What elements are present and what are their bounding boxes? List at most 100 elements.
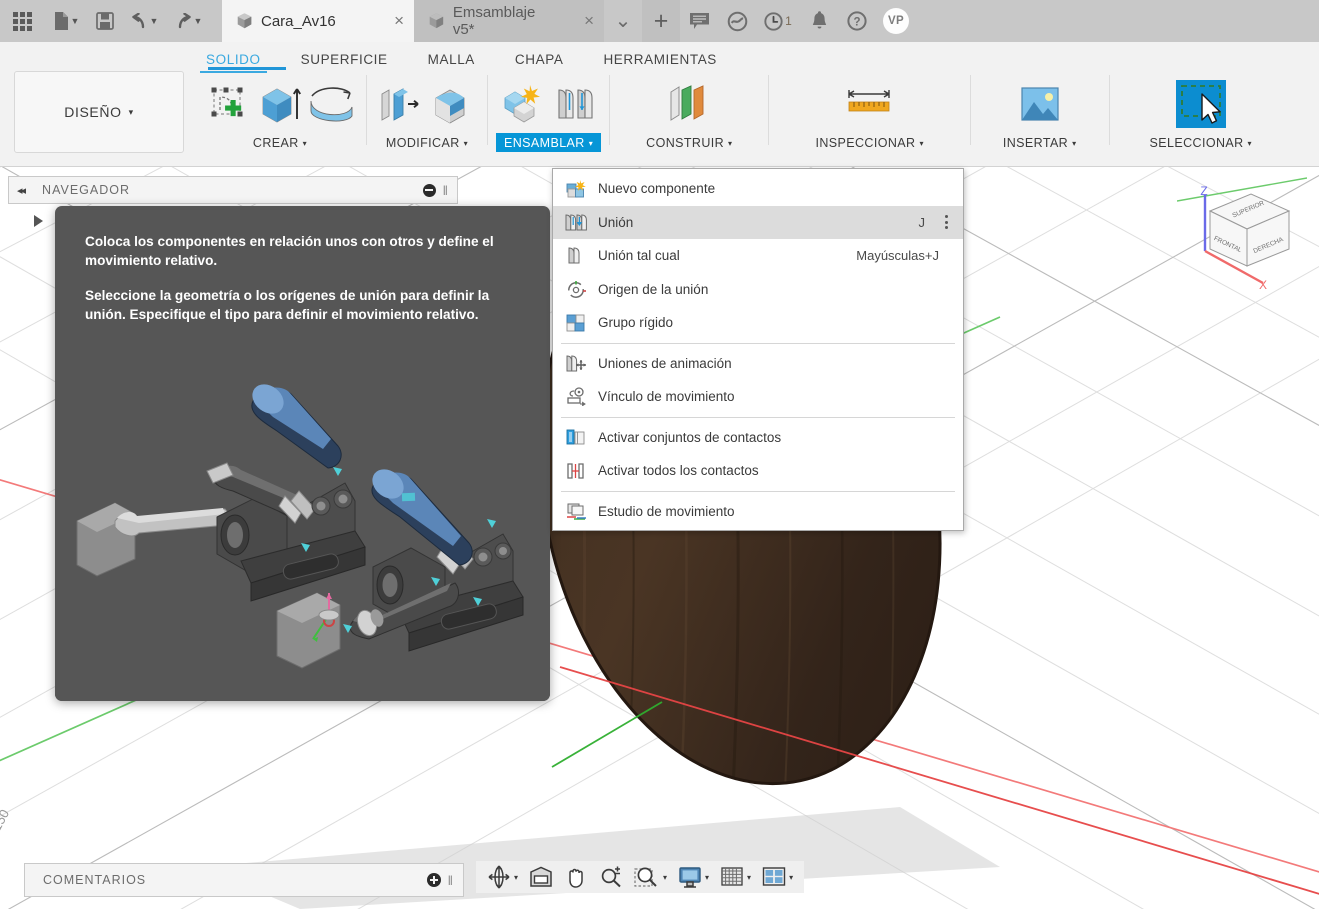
tool-insert-image[interactable] <box>1007 75 1073 133</box>
document-tab-1[interactable]: Emsamblaje v5* × <box>414 0 604 42</box>
circle-plus-icon[interactable] <box>426 873 441 887</box>
menu-item-label: Activar conjuntos de contactos <box>598 429 782 445</box>
browser-expand-triangle-icon[interactable] <box>34 215 43 227</box>
job-status-button[interactable]: 1 <box>756 0 800 42</box>
resize-grip-icon[interactable]: ‖ <box>443 183 449 198</box>
nav-look-at-button[interactable] <box>524 862 558 892</box>
tool-joint[interactable] <box>549 75 601 133</box>
tool-new-sketch[interactable] <box>202 75 254 133</box>
animate-joints-icon <box>565 353 587 373</box>
ribbon-tab-malla[interactable]: MALLA <box>408 48 495 73</box>
chevron-down-icon: ▾ <box>789 872 794 882</box>
panel-label-construir[interactable]: CONSTRUIR ▾ <box>638 133 740 152</box>
chevron-down-icon: ▾ <box>919 138 924 148</box>
chevron-down-icon: ▼ <box>193 16 203 26</box>
axis-label-x: X <box>1259 278 1267 292</box>
menu-item-label: Origen de la unión <box>598 281 709 297</box>
ribbon-panel-seleccionar: SELECCIONAR ▾ <box>1112 71 1290 152</box>
close-icon[interactable]: × <box>568 11 594 31</box>
fillet-icon <box>435 89 465 124</box>
save-button[interactable] <box>88 0 122 42</box>
chat-button[interactable] <box>680 0 718 42</box>
menu-divider <box>561 490 955 492</box>
ribbon-panel-construir: CONSTRUIR ▾ <box>612 71 766 152</box>
tool-revolve[interactable] <box>306 75 358 133</box>
menu-item-activar-conjuntos-de-contactos[interactable]: Activar conjuntos de contactos <box>553 421 963 455</box>
resize-grip-icon[interactable]: ‖ <box>448 873 454 888</box>
panel-label-inspeccionar[interactable]: INSPECCIONAR ▾ <box>807 133 931 152</box>
chevron-down-icon: ⌄ <box>614 10 632 32</box>
tool-construction-plane[interactable] <box>656 75 722 133</box>
new-component-icon <box>504 85 540 123</box>
comments-title: COMENTARIOS <box>43 873 147 887</box>
workspace-switcher[interactable]: DISEÑO ▾ <box>14 71 184 153</box>
ribbon-toolbar: SOLIDO SUPERFICIE MALLA CHAPA HERRAMIENT… <box>0 42 1319 167</box>
browser-panel-header[interactable]: ◂◂ NAVEGADOR ‖ <box>8 176 458 204</box>
menu-item-grupo-rigido[interactable]: Grupo rígido <box>553 306 963 340</box>
tool-press-pull[interactable] <box>375 75 427 133</box>
bell-icon <box>812 11 826 29</box>
menu-item-union[interactable]: Unión J <box>553 205 963 239</box>
titlebar-actions: 1 ? VP <box>680 0 916 42</box>
circle-minus-icon[interactable] <box>422 183 436 197</box>
save-icon <box>96 12 114 30</box>
help-question-icon: ? <box>847 11 867 31</box>
nav-orbit-button[interactable]: ▾ <box>482 862 523 892</box>
tab-overflow-button[interactable]: ⌄ <box>604 0 642 42</box>
nav-pan-button[interactable] <box>559 862 593 892</box>
notifications-button[interactable] <box>800 0 838 42</box>
nav-zoom-window-button[interactable]: ▾ <box>629 862 672 892</box>
tool-select[interactable] <box>1168 75 1234 133</box>
ribbon-tab-chapa[interactable]: CHAPA <box>495 48 584 73</box>
document-tab-0[interactable]: Cara_Av16 × <box>222 0 414 42</box>
cloud-status-button[interactable] <box>718 0 756 42</box>
menu-item-vinculo-de-movimiento[interactable]: Vínculo de movimiento <box>553 380 963 414</box>
menu-item-nuevo-componente[interactable]: Nuevo componente <box>553 172 963 206</box>
chevron-down-icon: ▾ <box>728 138 733 148</box>
user-avatar-button[interactable]: VP <box>876 0 916 42</box>
nav-zoom-button[interactable] <box>594 862 628 892</box>
panel-label-insertar[interactable]: INSERTAR ▾ <box>995 133 1085 152</box>
overflow-dots-icon[interactable] <box>939 215 953 230</box>
nav-viewports-button[interactable]: ▾ <box>757 862 798 892</box>
tool-extrude[interactable] <box>254 75 306 133</box>
panel-label-crear[interactable]: CREAR ▾ <box>245 133 315 152</box>
svg-text:?: ? <box>853 17 860 29</box>
view-cube[interactable]: Z X SUPERIOR FRONTAL DERECHA <box>1177 173 1307 301</box>
panel-divider <box>609 75 611 145</box>
command-tooltip: Coloca los componentes en relación unos … <box>55 206 550 701</box>
look-at-icon <box>530 866 552 887</box>
panel-label-seleccionar[interactable]: SELECCIONAR ▾ <box>1142 133 1260 152</box>
menu-item-estudio-de-movimiento[interactable]: Estudio de movimiento <box>553 495 963 529</box>
tool-measure[interactable] <box>837 75 903 133</box>
panel-label-ensamblar[interactable]: ENSAMBLAR ▾ <box>496 133 602 152</box>
orbit-icon <box>488 865 510 889</box>
comments-panel-header[interactable]: COMENTARIOS ‖ <box>24 863 464 897</box>
undo-button[interactable]: ▼ <box>122 0 166 42</box>
close-icon[interactable]: × <box>378 11 404 31</box>
menu-item-label: Vínculo de movimiento <box>598 389 735 405</box>
axis-label-z: Z <box>1200 184 1207 198</box>
workspace-label: DISEÑO <box>64 104 122 120</box>
help-button[interactable]: ? <box>838 0 876 42</box>
nav-display-settings-button[interactable]: ▾ <box>673 862 714 892</box>
panel-label-modificar[interactable]: MODIFICAR ▾ <box>378 133 476 152</box>
ribbon-tab-herramientas[interactable]: HERRAMIENTAS <box>583 48 736 73</box>
ribbon-panel-ensamblar: ENSAMBLAR ▾ <box>490 71 607 152</box>
menu-item-uniones-de-animacion[interactable]: Uniones de animación <box>553 347 963 381</box>
tool-fillet[interactable] <box>427 75 479 133</box>
redo-button[interactable]: ▼ <box>166 0 210 42</box>
tool-new-component[interactable] <box>497 75 549 133</box>
collapse-icon[interactable]: ◂◂ <box>17 184 26 197</box>
menu-item-activar-todos-los-contactos[interactable]: Activar todos los contactos <box>553 454 963 488</box>
nav-grid-snaps-button[interactable]: ▾ <box>715 862 756 892</box>
menu-item-origen-de-la-union[interactable]: Origen de la unión <box>553 273 963 307</box>
apps-grid-button[interactable] <box>0 0 44 42</box>
ribbon-tab-superficie[interactable]: SUPERFICIE <box>281 48 408 73</box>
new-document-button[interactable]: ▼ <box>44 0 88 42</box>
menu-item-union-tal-cual[interactable]: Unión tal cual Mayúsculas+J <box>553 239 963 273</box>
new-tab-button[interactable]: + <box>642 0 680 42</box>
menu-divider <box>561 342 955 344</box>
ensamblar-dropdown-menu[interactable]: Nuevo componente Unión J Unión tal cual … <box>552 168 964 531</box>
clock-icon <box>764 11 783 31</box>
